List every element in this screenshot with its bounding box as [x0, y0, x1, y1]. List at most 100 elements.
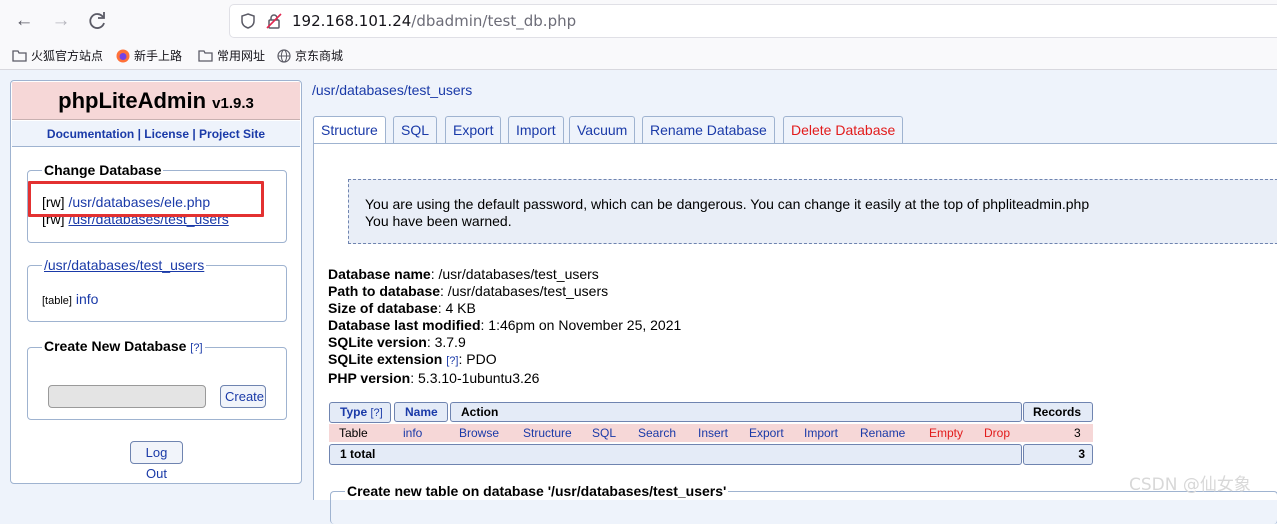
app-logo[interactable]: phpLiteAdmin v1.9.3: [12, 82, 300, 120]
info-value: : PDO: [458, 351, 497, 367]
create-db-title: Create New Database: [44, 338, 187, 354]
forward-arrow-icon[interactable]: →: [48, 8, 74, 34]
help-link[interactable]: [?]: [190, 342, 202, 354]
url-path: /dbadmin/test_db.php: [411, 12, 577, 30]
row-name-link[interactable]: info: [403, 424, 422, 442]
back-arrow-icon[interactable]: ←: [11, 8, 37, 34]
breadcrumb[interactable]: /usr/databases/test_users: [312, 82, 472, 98]
new-database-input[interactable]: [48, 385, 206, 408]
table-tag: [table]: [42, 295, 72, 307]
info-row: SQLite version: 3.7.9: [328, 334, 681, 351]
address-bar[interactable]: 192.168.101.24/dbadmin/test_db.php: [230, 5, 1277, 37]
link-separator: |: [189, 127, 200, 141]
url-host: 192.168.101.24: [292, 12, 412, 30]
reload-icon[interactable]: [84, 8, 110, 34]
total-row: 1 total: [329, 444, 1022, 465]
highlight-annotation-box: [28, 181, 264, 217]
table-item: [table] info: [42, 291, 98, 307]
logout-button[interactable]: Log Out: [130, 441, 183, 481]
action-structure[interactable]: Structure: [523, 424, 572, 442]
info-value: : /usr/databases/test_users: [430, 266, 599, 282]
create-database-box: Create New Database [?] Create: [27, 339, 287, 420]
info-row: Size of database: 4 KB: [328, 300, 681, 317]
info-value: : 5.3.10-1ubuntu3.26: [410, 370, 540, 386]
bookmark-item[interactable]: 火狐官方站点: [12, 47, 103, 64]
tab-rename-database[interactable]: Rename Database: [642, 116, 775, 143]
bookmark-label: 常用网址: [217, 49, 266, 63]
action-rename[interactable]: Rename: [860, 424, 905, 442]
app-name: phpLiteAdmin: [58, 88, 207, 113]
folder-icon: [198, 50, 213, 62]
action-insert[interactable]: Insert: [698, 424, 728, 442]
tab-import[interactable]: Import: [508, 116, 564, 143]
bookmark-label: 京东商城: [295, 49, 344, 63]
tab-sql[interactable]: SQL: [393, 116, 438, 143]
create-button[interactable]: Create: [220, 385, 266, 408]
tab-vacuum[interactable]: Vacuum: [569, 116, 636, 143]
type-sort-link[interactable]: Type: [340, 405, 367, 419]
action-browse[interactable]: Browse: [459, 424, 499, 442]
insecure-lock-icon[interactable]: [266, 13, 282, 32]
firefox-icon: [116, 49, 130, 62]
bookmark-item[interactable]: 新手上路: [116, 47, 182, 64]
action-export[interactable]: Export: [749, 424, 784, 442]
info-label: PHP version: [328, 370, 411, 386]
change-database-legend: Change Database: [44, 162, 162, 178]
total-records-cell: 3: [1023, 444, 1093, 465]
tab-export[interactable]: Export: [445, 116, 502, 143]
info-label: Size of database: [328, 300, 438, 316]
column-header-name[interactable]: Name: [394, 402, 448, 422]
info-label: SQLite version: [328, 334, 427, 350]
link-separator: |: [134, 127, 145, 141]
info-label: Database last modified: [328, 317, 481, 333]
warning-text: You are using the default password, whic…: [365, 196, 1090, 212]
documentation-link[interactable]: Documentation: [47, 127, 134, 141]
create-table-legend: Create new table on database '/usr/datab…: [347, 483, 727, 499]
row-records: 3: [1074, 426, 1081, 440]
bookmark-item[interactable]: 京东商城: [277, 47, 343, 64]
help-link[interactable]: [?]: [446, 355, 458, 367]
action-sql[interactable]: SQL: [592, 424, 616, 442]
info-value: : /usr/databases/test_users: [440, 283, 609, 299]
column-header-action: Action: [450, 402, 1022, 422]
info-row: SQLite extension [?]: PDO: [328, 351, 681, 370]
main-panel: You are using the default password, whic…: [313, 143, 1277, 524]
action-search[interactable]: Search: [638, 424, 676, 442]
left-nav: phpLiteAdmin v1.9.3 Documentation | Lice…: [10, 80, 302, 484]
info-value: : 3.7.9: [426, 334, 466, 350]
action-drop[interactable]: Drop: [984, 424, 1010, 442]
folder-icon: [12, 50, 27, 62]
warning-text-2: You have been warned.: [365, 213, 512, 229]
info-row: Path to database: /usr/databases/test_us…: [328, 283, 681, 300]
name-sort-link[interactable]: Name: [405, 405, 438, 419]
watermark: CSDN @仙女象: [1129, 475, 1251, 495]
total-records: 3: [1078, 447, 1085, 461]
tab-structure[interactable]: Structure: [313, 116, 386, 144]
column-header-records: Records: [1023, 402, 1093, 422]
create-database-legend: Create New Database [?]: [42, 339, 205, 355]
browser-toolbar: ← → 192.168.101.24/dbadmin/test_db.php: [0, 0, 1277, 42]
action-import[interactable]: Import: [804, 424, 838, 442]
shield-icon[interactable]: [240, 13, 256, 32]
license-link[interactable]: License: [144, 127, 189, 141]
app-version: v1.9.3: [212, 95, 254, 112]
tab-delete-database[interactable]: Delete Database: [783, 116, 904, 143]
info-row: PHP version: 5.3.10-1ubuntu3.26: [328, 370, 681, 387]
current-db-link[interactable]: /usr/databases/test_users: [44, 257, 204, 273]
info-label: Path to database: [328, 283, 441, 299]
current-database-legend[interactable]: /usr/databases/test_users: [42, 258, 206, 272]
globe-icon: [277, 48, 291, 63]
action-empty[interactable]: Empty: [929, 424, 963, 442]
info-value: : 1:46pm on November 25, 2021: [480, 317, 682, 333]
info-label: Database name: [328, 266, 431, 282]
column-header-type[interactable]: Type [?]: [329, 402, 391, 423]
doc-links: Documentation | License | Project Site: [12, 121, 300, 147]
table-link-info[interactable]: info: [76, 291, 99, 307]
bookmark-item[interactable]: 常用网址: [198, 47, 265, 64]
help-link[interactable]: [?]: [370, 407, 382, 419]
info-row: Database last modified: 1:46pm on Novemb…: [328, 317, 681, 334]
project-site-link[interactable]: Project Site: [199, 127, 265, 141]
row-type: Table: [339, 426, 368, 440]
info-row: Database name: /usr/databases/test_users: [328, 266, 681, 283]
url-text[interactable]: 192.168.101.24/dbadmin/test_db.php: [292, 12, 576, 30]
